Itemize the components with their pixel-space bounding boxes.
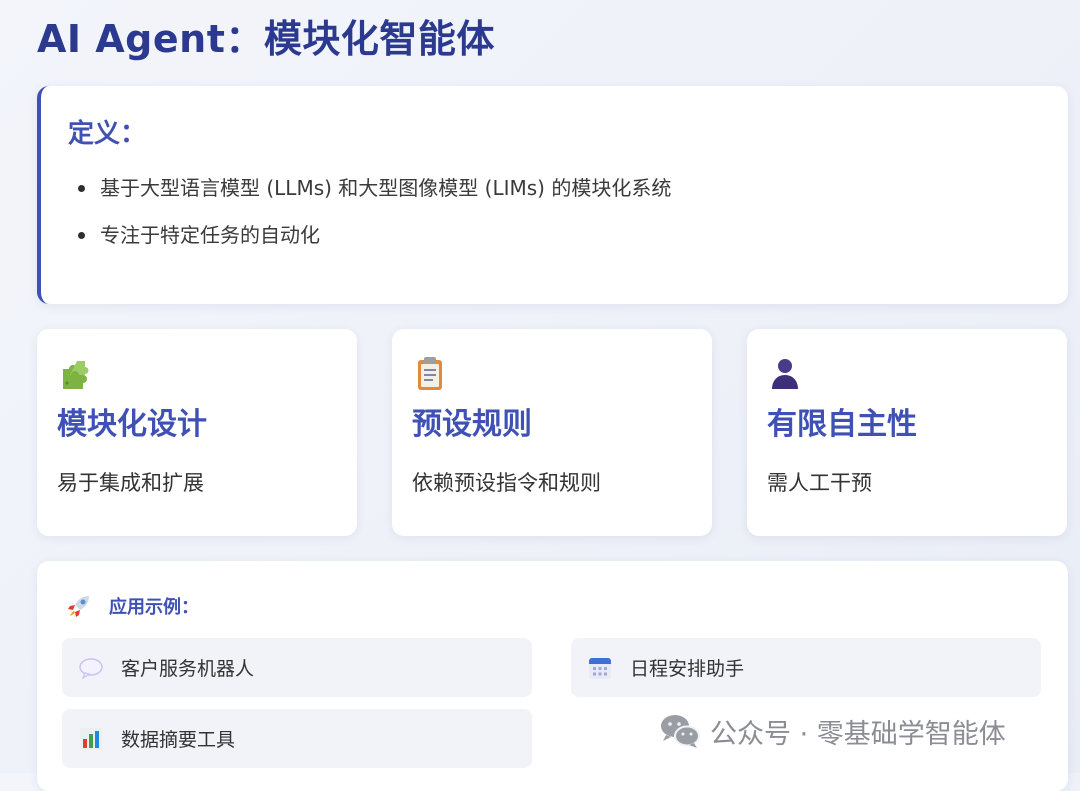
rocket-icon xyxy=(68,596,89,617)
feature-card-rules: 预设规则 依赖预设指令和规则 xyxy=(392,329,712,536)
definition-card: 定义： 基于大型语言模型 (LLMs) 和大型图像模型 (LIMs) 的模块化系… xyxy=(37,86,1068,304)
definition-item-text: 专注于特定任务的自动化 xyxy=(100,223,320,247)
applications-card: 应用示例： 客户服务机器人 日程安排助手 数据摘要工具 xyxy=(37,561,1068,791)
definition-item: 基于大型语言模型 (LLMs) 和大型图像模型 (LIMs) 的模块化系统 xyxy=(68,174,1068,202)
definition-list: 基于大型语言模型 (LLMs) 和大型图像模型 (LIMs) 的模块化系统 专注… xyxy=(68,174,1068,249)
definition-item: 专注于特定任务的自动化 xyxy=(68,221,1068,249)
calendar-icon xyxy=(589,657,611,679)
application-label: 客户服务机器人 xyxy=(121,658,255,680)
puzzle-icon xyxy=(63,361,89,389)
speech-bubble-icon xyxy=(79,657,103,680)
application-item: 客户服务机器人 xyxy=(62,638,532,697)
applications-header: 应用示例： xyxy=(65,591,199,621)
feature-description: 需人工干预 xyxy=(767,471,872,495)
feature-title: 有限自主性 xyxy=(767,407,917,442)
person-icon xyxy=(772,359,798,389)
bar-chart-icon xyxy=(80,727,102,750)
bullet-icon xyxy=(78,232,85,239)
clipboard-icon xyxy=(418,357,442,390)
definition-heading: 定义： xyxy=(68,119,147,149)
applications-heading: 应用示例： xyxy=(109,597,199,618)
watermark-text: 公众号 · 零基础学智能体 xyxy=(710,718,1006,750)
wechat-icon xyxy=(661,715,700,748)
feature-card-modular: 模块化设计 易于集成和扩展 xyxy=(37,329,357,536)
application-label: 数据摘要工具 xyxy=(121,729,236,751)
definition-item-text: 基于大型语言模型 (LLMs) 和大型图像模型 (LIMs) 的模块化系统 xyxy=(100,176,672,200)
feature-title: 模块化设计 xyxy=(57,407,207,442)
feature-title: 预设规则 xyxy=(412,407,532,442)
feature-description: 易于集成和扩展 xyxy=(57,471,204,495)
application-item: 数据摘要工具 xyxy=(62,709,532,768)
bullet-icon xyxy=(78,185,85,192)
watermark: 公众号 · 零基础学智能体 xyxy=(658,710,1006,752)
page-title: AI Agent：模块化智能体 xyxy=(37,17,495,61)
feature-card-autonomy: 有限自主性 需人工干预 xyxy=(747,329,1067,536)
application-label: 日程安排助手 xyxy=(630,658,745,680)
application-item: 日程安排助手 xyxy=(571,638,1041,697)
feature-description: 依赖预设指令和规则 xyxy=(412,471,601,495)
